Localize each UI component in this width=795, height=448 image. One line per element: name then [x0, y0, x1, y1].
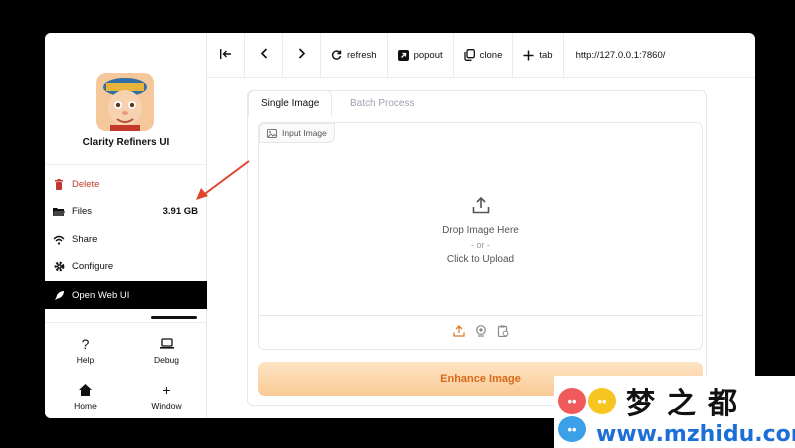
upload-icon: [472, 196, 490, 217]
watermark-title: 梦之都: [626, 386, 750, 420]
upload-source-bar: [259, 315, 702, 349]
forward-button[interactable]: [283, 33, 321, 78]
clone-icon: [463, 49, 475, 61]
annotation-arrow-icon: [196, 160, 250, 200]
plus-icon: [523, 50, 534, 61]
home-button[interactable]: Home: [45, 376, 126, 416]
toolbar: refresh popout clone tab http://127.0.0.…: [207, 33, 755, 78]
sidebar-scrollbar[interactable]: [151, 316, 197, 319]
help-button[interactable]: ? Help: [45, 330, 126, 370]
help-label: Help: [76, 354, 95, 365]
input-image-label: Input Image: [259, 123, 335, 143]
sidebar-item-label: Open Web UI: [72, 289, 130, 301]
main-content: Single Image Batch Process Input Image D…: [207, 78, 755, 418]
window-label: Window: [151, 400, 182, 411]
app-window: Clarity Refiners UI Delete Files 3.91 GB…: [45, 33, 755, 418]
clone-label: clone: [479, 49, 503, 61]
popout-icon: [397, 49, 409, 61]
sidebar-item-label: Share: [72, 234, 98, 245]
red-bubble-icon: ••: [558, 388, 586, 414]
url-field[interactable]: http://127.0.0.1:7860/: [564, 50, 666, 61]
rocket-icon: [53, 289, 65, 301]
sidebar-item-files[interactable]: Files 3.91 GB: [45, 198, 207, 225]
watermark-url: www.mzhidu.com: [596, 422, 795, 447]
watermark: •• •• 梦之都 •• www.mzhidu.com: [554, 376, 795, 448]
popout-label: popout: [413, 49, 443, 61]
home-icon: [79, 382, 92, 398]
sidebar-item-share[interactable]: Share: [45, 226, 207, 253]
clipboard-icon[interactable]: [497, 324, 509, 342]
app-name: Clarity Refiners UI: [82, 137, 170, 148]
collapse-sidebar-button[interactable]: [207, 33, 245, 78]
image-icon: [267, 128, 277, 138]
watermark-logo: •• •• 梦之都: [558, 380, 749, 422]
sidebar-item-delete[interactable]: Delete: [45, 171, 207, 198]
wifi-icon: [53, 234, 65, 246]
sidebar-item-label: Configure: [72, 261, 114, 272]
files-size-value: 3.91 GB: [162, 206, 198, 217]
input-image-text: Input Image: [282, 128, 327, 138]
app-avatar: [96, 73, 154, 131]
trash-icon: [53, 179, 65, 191]
chevron-left-icon: [260, 48, 268, 62]
chevron-right-icon: [298, 48, 306, 62]
or-text: - or -: [471, 239, 490, 250]
upload-source-icon[interactable]: [452, 324, 465, 342]
yellow-bubble-icon: ••: [588, 388, 616, 414]
divider: [45, 322, 207, 323]
tab-single-image[interactable]: Single Image: [248, 90, 333, 116]
plus-icon: +: [162, 381, 171, 398]
divider: [45, 164, 207, 165]
laptop-icon: [159, 336, 174, 352]
gear-icon: [53, 261, 65, 273]
home-label: Home: [74, 400, 97, 411]
drop-text: Drop Image Here: [442, 224, 519, 236]
collapse-icon: [219, 48, 232, 62]
click-upload-text: Click to Upload: [446, 253, 515, 265]
popout-button[interactable]: popout: [388, 33, 454, 78]
tab-batch-process[interactable]: Batch Process: [338, 90, 426, 116]
debug-label: Debug: [153, 354, 180, 365]
back-button[interactable]: [245, 33, 283, 78]
sidebar: Clarity Refiners UI Delete Files 3.91 GB…: [45, 33, 207, 418]
folder-icon: [53, 206, 65, 218]
sidebar-item-label: Delete: [72, 179, 100, 190]
drop-zone[interactable]: Drop Image Here - or - Click to Upload: [259, 143, 702, 317]
debug-button[interactable]: Debug: [126, 330, 207, 370]
new-tab-button[interactable]: tab: [513, 33, 564, 78]
image-upload-box[interactable]: Input Image Drop Image Here - or - Click…: [258, 122, 703, 350]
window-button[interactable]: + Window: [126, 376, 207, 416]
sidebar-item-configure[interactable]: Configure: [45, 253, 207, 280]
question-icon: ?: [81, 335, 90, 352]
refresh-icon: [331, 49, 342, 61]
sidebar-item-label: Files: [72, 206, 93, 217]
clone-button[interactable]: clone: [454, 33, 514, 78]
image-tabs-panel: Single Image Batch Process Input Image D…: [247, 90, 707, 406]
refresh-label: refresh: [347, 49, 377, 61]
webcam-icon[interactable]: [475, 324, 487, 342]
sidebar-item-open-web-ui[interactable]: Open Web UI: [45, 281, 207, 309]
refresh-button[interactable]: refresh: [321, 33, 388, 78]
tab-label: tab: [539, 49, 553, 61]
blue-bubble-icon: ••: [558, 416, 586, 442]
